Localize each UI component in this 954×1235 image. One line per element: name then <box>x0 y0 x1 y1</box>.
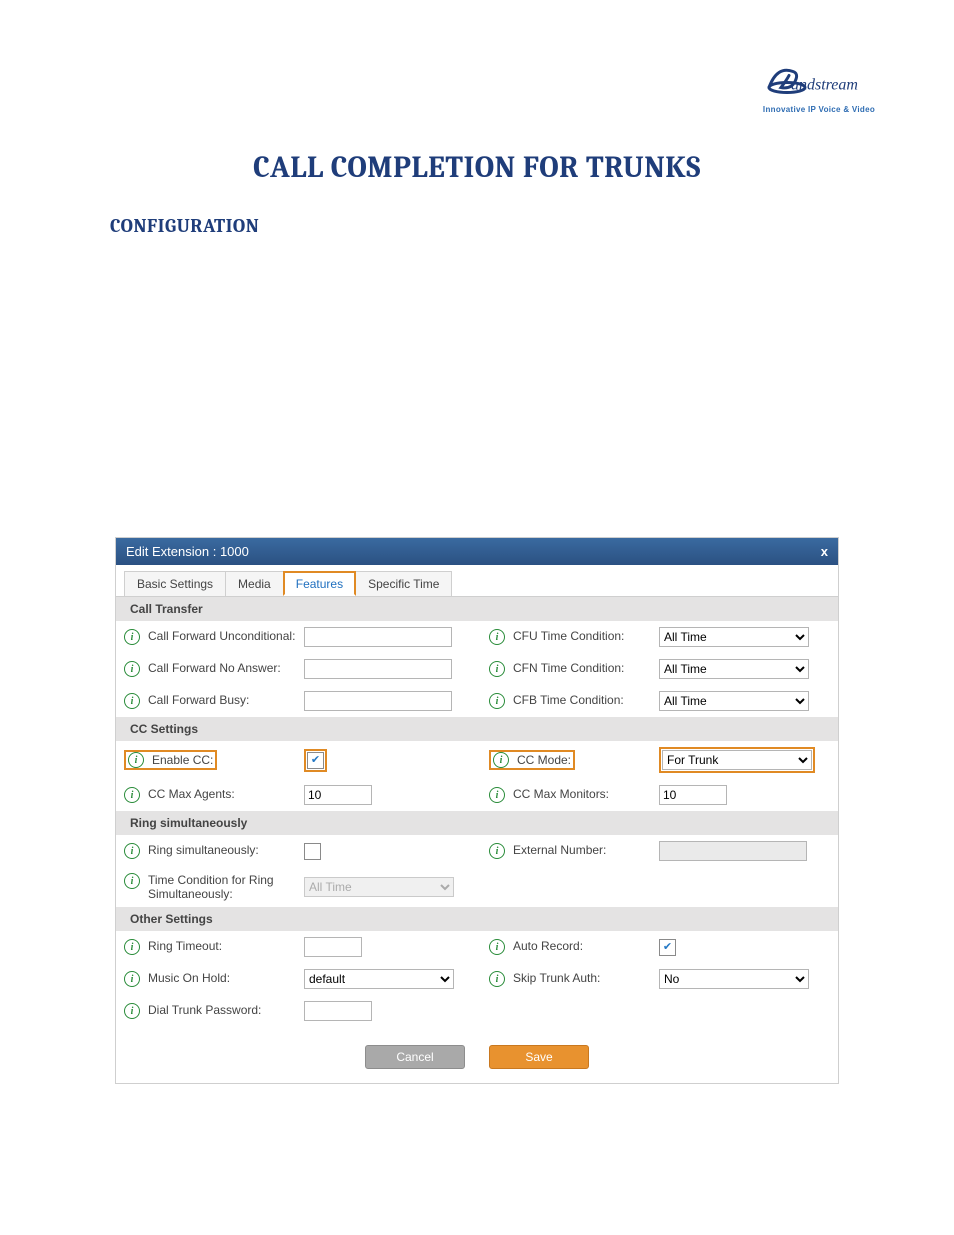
group-title-other-settings: Other Settings <box>116 907 838 931</box>
cc-max-monitors-input[interactable] <box>659 785 727 805</box>
moh-label: Music On Hold: <box>148 971 230 985</box>
info-icon[interactable]: i <box>489 843 505 859</box>
svg-text:andstream: andstream <box>791 77 858 94</box>
cfu-input[interactable] <box>304 627 452 647</box>
cfu-tc-label: CFU Time Condition: <box>513 629 624 643</box>
skip-trunk-auth-label: Skip Trunk Auth: <box>513 971 600 985</box>
info-icon[interactable]: i <box>493 752 509 768</box>
cancel-button[interactable]: Cancel <box>365 1045 465 1069</box>
group-title-call-transfer: Call Transfer <box>116 597 838 621</box>
info-icon[interactable]: i <box>124 629 140 645</box>
ring-simul-label: Ring simultaneously: <box>148 843 259 857</box>
close-icon[interactable]: x <box>821 544 828 559</box>
cc-mode-highlight: i CC Mode: <box>489 750 575 770</box>
cc-max-agents-label: CC Max Agents: <box>148 787 235 801</box>
info-icon[interactable]: i <box>489 939 505 955</box>
tab-media[interactable]: Media <box>225 571 284 596</box>
cfna-tc-label: CFN Time Condition: <box>513 661 624 675</box>
edit-extension-dialog: Edit Extension : 1000 x Basic Settings M… <box>115 537 839 1084</box>
skip-trunk-auth-select[interactable]: No <box>659 969 809 989</box>
cc-mode-label: CC Mode: <box>517 753 571 767</box>
brand-logo: andstream Innovative IP Voice & Video <box>744 55 894 114</box>
tab-bar: Basic Settings Media Features Specific T… <box>116 565 838 597</box>
save-button[interactable]: Save <box>489 1045 589 1069</box>
enable-cc-highlight: i Enable CC: <box>124 750 217 770</box>
ring-simul-checkbox[interactable] <box>304 843 321 860</box>
dialog-header: Edit Extension : 1000 x <box>116 538 838 565</box>
dial-trunk-pw-label: Dial Trunk Password: <box>148 1003 261 1017</box>
external-number-input <box>659 841 807 861</box>
section-heading: CONFIGURATION <box>110 215 894 237</box>
cfna-tc-select[interactable]: All Time <box>659 659 809 679</box>
info-icon[interactable]: i <box>124 873 140 889</box>
auto-record-checkbox[interactable] <box>659 939 676 956</box>
group-title-ring-simul: Ring simultaneously <box>116 811 838 835</box>
ring-tc-label: Time Condition for Ring Simultaneously: <box>148 873 304 901</box>
cc-max-agents-input[interactable] <box>304 785 372 805</box>
cfna-input[interactable] <box>304 659 452 679</box>
tab-basic-settings[interactable]: Basic Settings <box>124 571 226 596</box>
tab-features[interactable]: Features <box>283 571 356 596</box>
cfb-input[interactable] <box>304 691 452 711</box>
ring-timeout-label: Ring Timeout: <box>148 939 222 953</box>
info-icon[interactable]: i <box>124 661 140 677</box>
info-icon[interactable]: i <box>489 661 505 677</box>
dialog-title: Edit Extension : 1000 <box>126 544 249 559</box>
info-icon[interactable]: i <box>124 1003 140 1019</box>
info-icon[interactable]: i <box>489 629 505 645</box>
cc-mode-select[interactable]: For Trunk <box>662 750 812 770</box>
cc-mode-select-highlight: For Trunk <box>659 747 815 773</box>
ring-timeout-input[interactable] <box>304 937 362 957</box>
cfna-label: Call Forward No Answer: <box>148 661 281 675</box>
cc-max-monitors-label: CC Max Monitors: <box>513 787 609 801</box>
moh-select[interactable]: default <box>304 969 454 989</box>
group-title-cc-settings: CC Settings <box>116 717 838 741</box>
button-bar: Cancel Save <box>116 1027 838 1083</box>
cfu-label: Call Forward Unconditional: <box>148 629 295 643</box>
grandstream-logo-icon: andstream <box>759 55 879 100</box>
dial-trunk-pw-input[interactable] <box>304 1001 372 1021</box>
info-icon[interactable]: i <box>489 971 505 987</box>
info-icon[interactable]: i <box>124 787 140 803</box>
tab-specific-time[interactable]: Specific Time <box>355 571 452 596</box>
auto-record-label: Auto Record: <box>513 939 583 953</box>
cfu-tc-select[interactable]: All Time <box>659 627 809 647</box>
info-icon[interactable]: i <box>124 971 140 987</box>
enable-cc-checkbox[interactable] <box>307 752 324 769</box>
info-icon[interactable]: i <box>489 787 505 803</box>
info-icon[interactable]: i <box>124 693 140 709</box>
cfb-label: Call Forward Busy: <box>148 693 249 707</box>
cfb-tc-select[interactable]: All Time <box>659 691 809 711</box>
info-icon[interactable]: i <box>128 752 144 768</box>
brand-tagline: Innovative IP Voice & Video <box>744 105 894 114</box>
info-icon[interactable]: i <box>124 939 140 955</box>
enable-cc-checkbox-highlight <box>304 749 327 772</box>
cfb-tc-label: CFB Time Condition: <box>513 693 624 707</box>
external-number-label: External Number: <box>513 843 606 857</box>
enable-cc-label: Enable CC: <box>152 753 213 767</box>
page-title: CALL COMPLETION FOR TRUNKS <box>60 150 894 185</box>
ring-tc-select: All Time <box>304 877 454 897</box>
info-icon[interactable]: i <box>489 693 505 709</box>
info-icon[interactable]: i <box>124 843 140 859</box>
